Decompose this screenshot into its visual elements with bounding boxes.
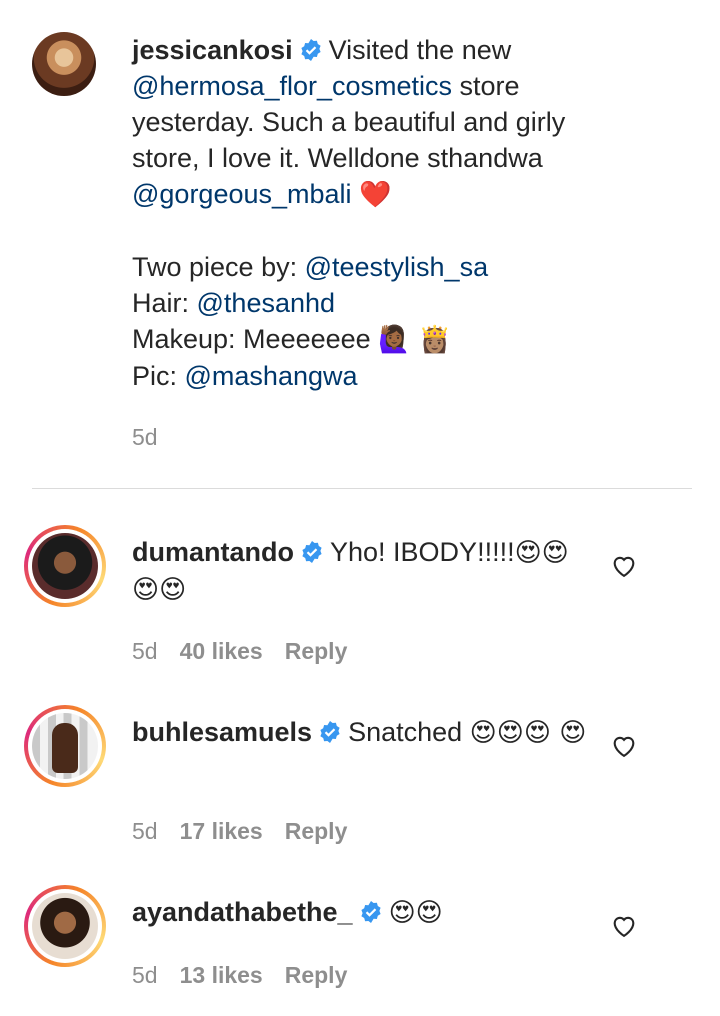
caption-time: 5d: [132, 424, 158, 450]
comment-body: Yho! IBODY!!!!!: [330, 537, 515, 567]
heart-eyes-emoji: 😍😍: [388, 898, 443, 928]
heart-eyes-emoji: 😍😍😍 😍: [469, 718, 587, 748]
likes-count[interactable]: 17 likes: [180, 818, 263, 844]
comment-text: buhlesamuels Snatched 😍😍😍 😍: [132, 714, 602, 751]
caption-line-2-label: Hair:: [132, 288, 197, 318]
caption-text: jessicankosi Visited the new @hermosa_flo…: [132, 32, 602, 394]
heart-outline-icon[interactable]: [610, 912, 638, 940]
comment-avatar-ring[interactable]: [24, 885, 106, 967]
comment-avatar-ring[interactable]: [24, 705, 106, 787]
comment-body: Snatched: [348, 717, 470, 747]
reply-button[interactable]: Reply: [285, 818, 348, 844]
caption-line-3-label: Makeup: Meeeeeee: [132, 324, 379, 354]
comment-username[interactable]: dumantando: [132, 537, 294, 567]
mention-gorgeous-mbali[interactable]: @gorgeous_mbali: [132, 179, 352, 209]
avatar: [32, 713, 98, 779]
red-heart-emoji: ❤️: [359, 180, 392, 210]
verified-badge-icon: [320, 721, 340, 743]
mention-hermosa[interactable]: @hermosa_flor_cosmetics: [132, 71, 452, 101]
likes-count[interactable]: 13 likes: [180, 962, 263, 988]
comment-time: 5d: [132, 638, 158, 664]
mention-mashangwa[interactable]: @mashangwa: [185, 361, 358, 391]
comment-meta: 5d 13 likes Reply: [132, 962, 369, 989]
comment-meta: 5d 40 likes Reply: [132, 638, 369, 665]
likes-count[interactable]: 40 likes: [180, 638, 263, 664]
comment-username[interactable]: ayandathabethe_: [132, 897, 353, 927]
comment-text: ayandathabethe_ 😍😍: [132, 894, 602, 931]
caption-meta: 5d: [132, 424, 180, 451]
caption-line-1-label: Two piece by:: [132, 252, 305, 282]
caption-line-4-label: Pic:: [132, 361, 185, 391]
verified-badge-icon: [360, 901, 381, 923]
comment-text: dumantando Yho! IBODY!!!!!😍😍 😍😍: [132, 534, 602, 608]
comment-time: 5d: [132, 962, 158, 988]
heart-outline-icon[interactable]: [610, 552, 638, 580]
avatar: [32, 893, 98, 959]
comment-username[interactable]: buhlesamuels: [132, 717, 312, 747]
caption-text-1: Visited the new: [328, 35, 512, 65]
makeup-emoji: 🙋🏾‍♀️ 👸🏽: [378, 325, 452, 355]
verified-badge-icon: [301, 39, 321, 61]
reply-button[interactable]: Reply: [285, 962, 348, 988]
caption-username[interactable]: jessicankosi: [132, 35, 293, 65]
avatar: [32, 533, 98, 599]
mention-teestylish[interactable]: @teestylish_sa: [305, 252, 489, 282]
verified-badge-icon: [302, 541, 322, 563]
heart-outline-icon[interactable]: [610, 732, 638, 760]
comment-meta: 5d 17 likes Reply: [132, 818, 369, 845]
comment-time: 5d: [132, 818, 158, 844]
reply-button[interactable]: Reply: [285, 638, 348, 664]
divider: [32, 488, 692, 489]
caption-avatar[interactable]: [32, 32, 96, 96]
comment-avatar-ring[interactable]: [24, 525, 106, 607]
mention-thesanhd[interactable]: @thesanhd: [197, 288, 336, 318]
